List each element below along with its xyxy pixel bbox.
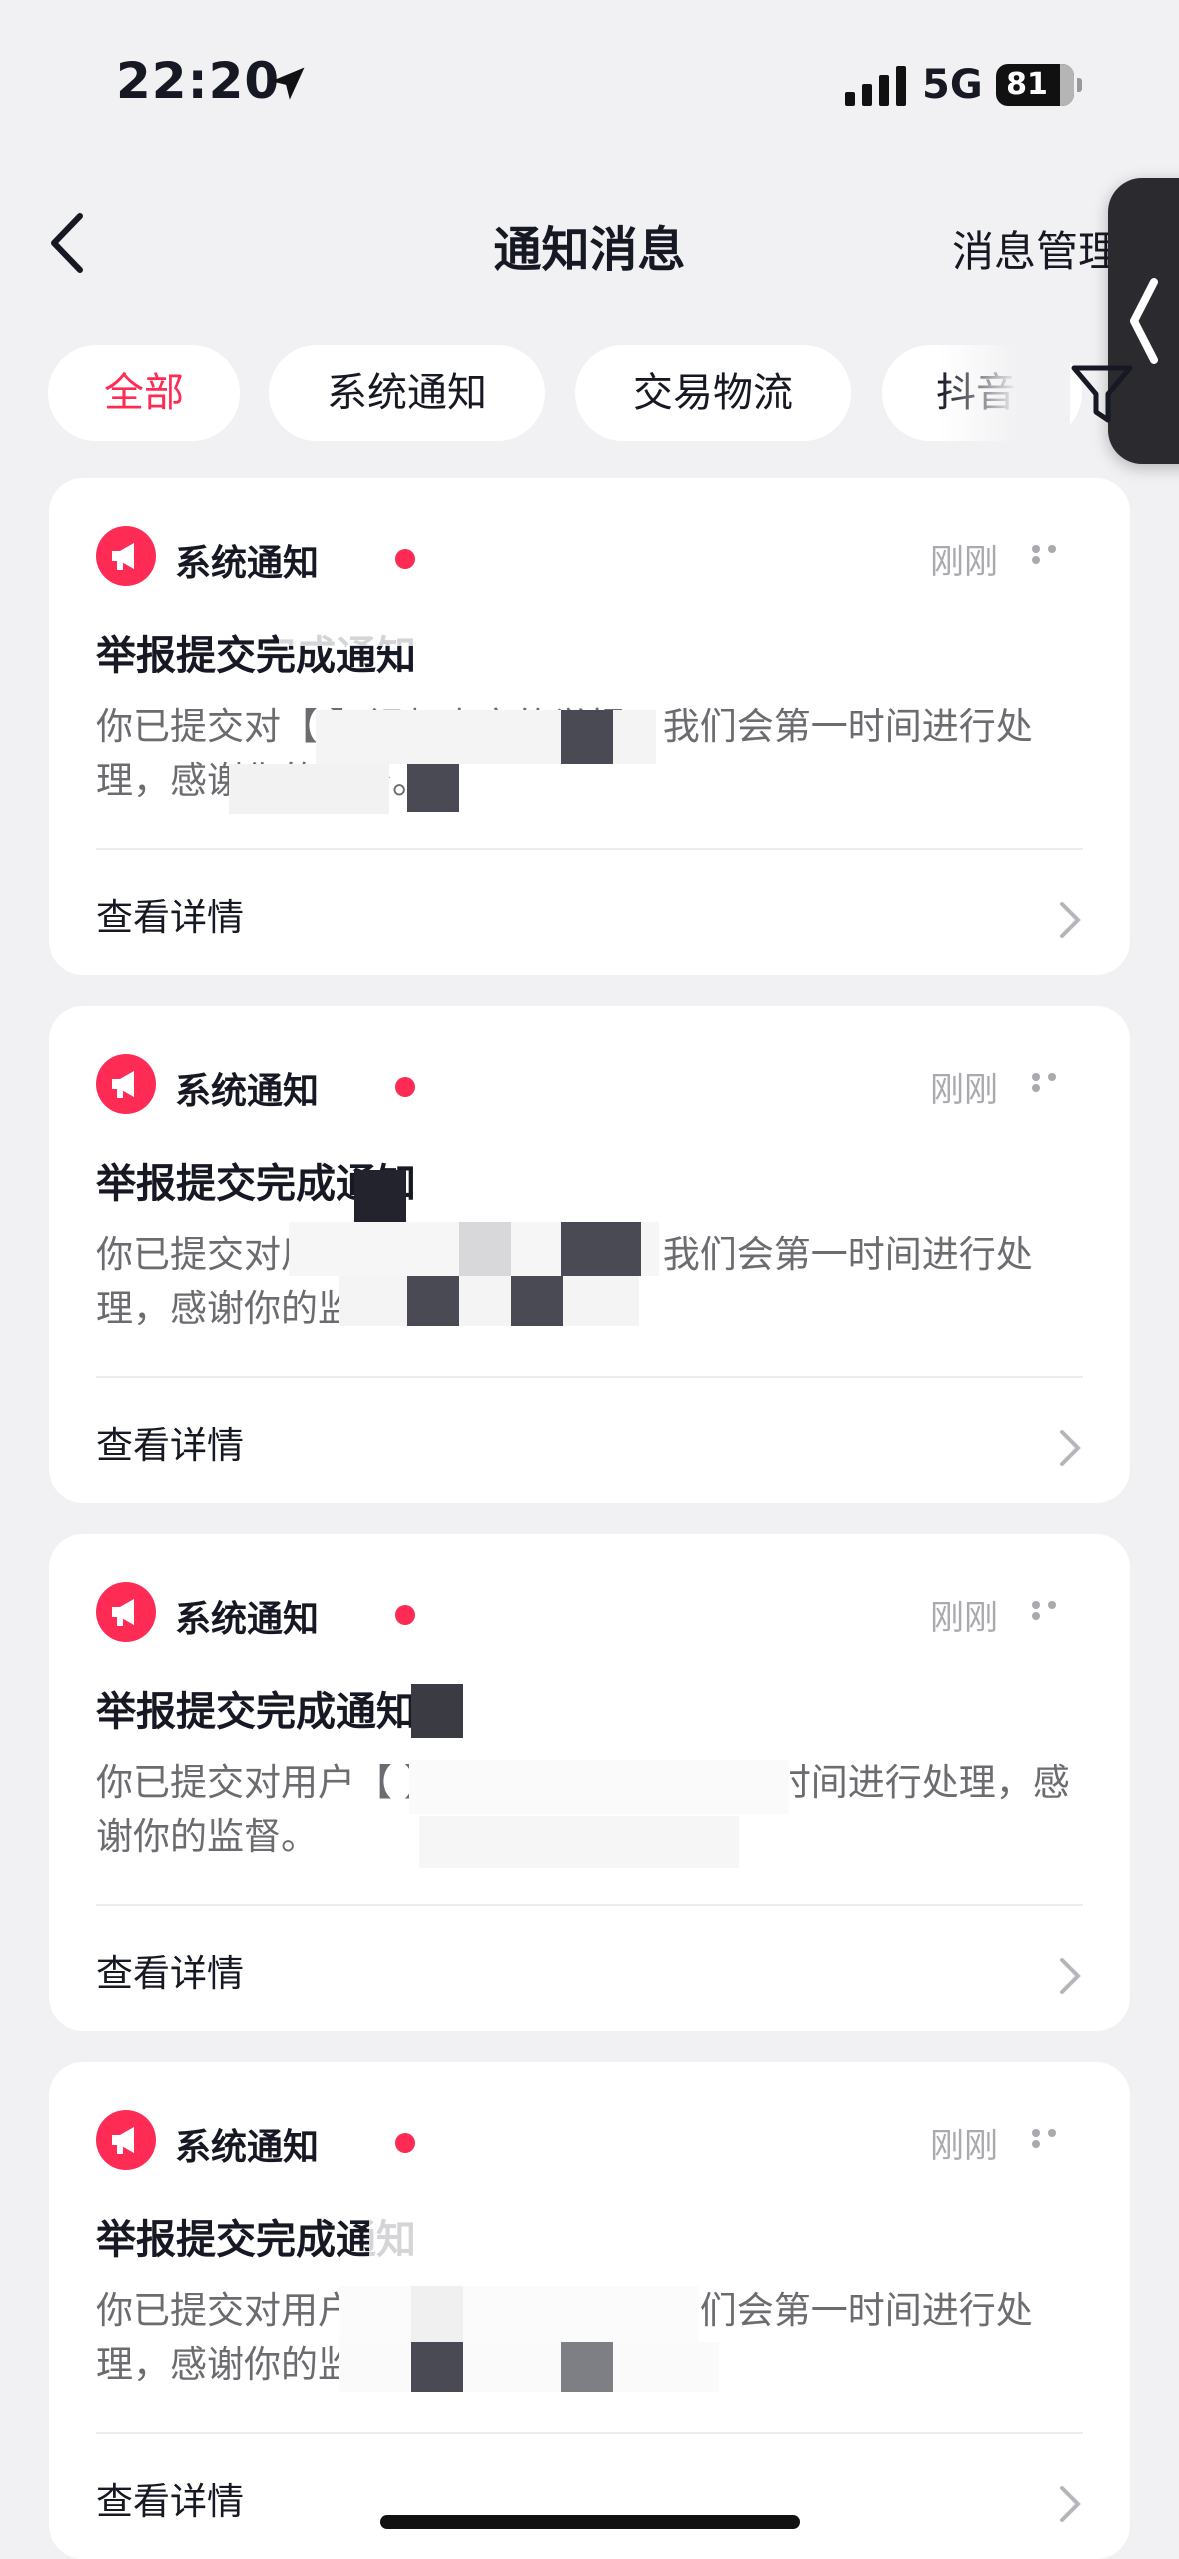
more-icon[interactable] — [1032, 1598, 1078, 1620]
mosaic-mask — [339, 2342, 719, 2392]
mosaic-block — [411, 2342, 463, 2392]
mosaic-block — [561, 710, 613, 764]
card-title: 举报提交完成通知 — [96, 2217, 416, 2263]
mosaic-mask — [339, 2286, 699, 2342]
signal-icon — [845, 66, 906, 106]
chevron-right-icon — [1060, 1958, 1081, 1994]
mosaic-block — [411, 1684, 463, 1738]
card-type: 系统通知 — [175, 2127, 320, 2168]
view-details-link[interactable]: 查看详情 — [96, 1943, 244, 1997]
card-time: 刚刚 — [930, 542, 998, 582]
card-title: 举报提交完成通知 — [96, 1689, 416, 1735]
unread-dot — [395, 549, 415, 569]
mosaic-block — [411, 2286, 463, 2342]
mosaic-block — [407, 764, 459, 812]
card-divider — [96, 2432, 1083, 2434]
notification-card[interactable]: 系统通知 刚刚 举报提交完成通知 你已提交对【 】视频内容的举报，我们会第一时间… — [49, 478, 1130, 975]
chevron-right-icon — [1060, 1430, 1081, 1466]
blur-mask — [279, 586, 509, 646]
card-time: 刚刚 — [930, 2126, 998, 2166]
card-divider — [96, 1376, 1083, 1378]
more-icon[interactable] — [1032, 542, 1078, 564]
tab-system[interactable]: 系统通知 — [269, 345, 545, 441]
tab-all[interactable]: 全部 — [48, 345, 240, 441]
filter-icon[interactable] — [1070, 360, 1140, 430]
megaphone-icon — [96, 2110, 156, 2170]
megaphone-icon — [96, 1582, 156, 1642]
battery-icon: 81 — [996, 64, 1082, 106]
message-manage-button[interactable]: 消息管理 — [952, 218, 1120, 279]
mosaic-mask — [229, 764, 389, 814]
card-type: 系统通知 — [175, 1071, 320, 1112]
blur-mask — [369, 2210, 509, 2268]
view-details-link[interactable]: 查看详情 — [96, 1415, 244, 1469]
card-type: 系统通知 — [175, 543, 320, 584]
unread-dot — [395, 1077, 415, 1097]
card-divider — [96, 1904, 1083, 1906]
tab-trade[interactable]: 交易物流 — [575, 345, 851, 441]
chevron-right-icon — [1060, 2486, 1081, 2522]
mosaic-block — [459, 1222, 511, 1276]
notification-card[interactable]: 系统通知 刚刚 举报提交完成通知 你已提交对用户【 】的举报，我们会第一时间进行… — [49, 1534, 1130, 2031]
home-indicator[interactable] — [380, 2515, 800, 2529]
megaphone-icon — [96, 1054, 156, 1114]
more-icon[interactable] — [1032, 2126, 1078, 2148]
battery-level: 81 — [1006, 67, 1048, 102]
mosaic-block — [354, 1170, 406, 1222]
card-divider — [96, 848, 1083, 850]
mosaic-block — [561, 1222, 641, 1276]
card-time: 刚刚 — [930, 1070, 998, 1110]
view-details-link[interactable]: 查看详情 — [96, 2471, 244, 2525]
mosaic-mask — [409, 1760, 789, 1814]
mosaic-mask — [339, 1276, 639, 1326]
card-time: 刚刚 — [930, 1598, 998, 1638]
card-type: 系统通知 — [175, 1599, 320, 1640]
more-icon[interactable] — [1032, 1070, 1078, 1092]
status-time: 22:20 — [116, 52, 281, 110]
network-type: 5G — [922, 62, 983, 108]
notification-card[interactable]: 系统通知 刚刚 举报提交完成通知 你已提交对用户【 】内容的举报，我们会第一时间… — [49, 1006, 1130, 1503]
mosaic-block — [511, 1276, 563, 1326]
mosaic-mask — [419, 1816, 739, 1868]
location-arrow-icon — [271, 67, 305, 100]
status-bar: 22:20 5G 81 — [0, 0, 1179, 170]
mosaic-block — [561, 2342, 613, 2392]
tabs-fade — [940, 340, 1070, 450]
megaphone-icon — [96, 526, 156, 586]
mosaic-block — [407, 1276, 459, 1326]
unread-dot — [395, 1605, 415, 1625]
unread-dot — [395, 2133, 415, 2153]
chevron-right-icon — [1060, 902, 1081, 938]
chevron-left-icon — [1130, 278, 1158, 364]
view-details-link[interactable]: 查看详情 — [96, 887, 244, 941]
notification-card[interactable]: 系统通知 刚刚 举报提交完成通知 你已提交对用户【 】内容的举报，我们会第一时间… — [49, 2062, 1130, 2559]
